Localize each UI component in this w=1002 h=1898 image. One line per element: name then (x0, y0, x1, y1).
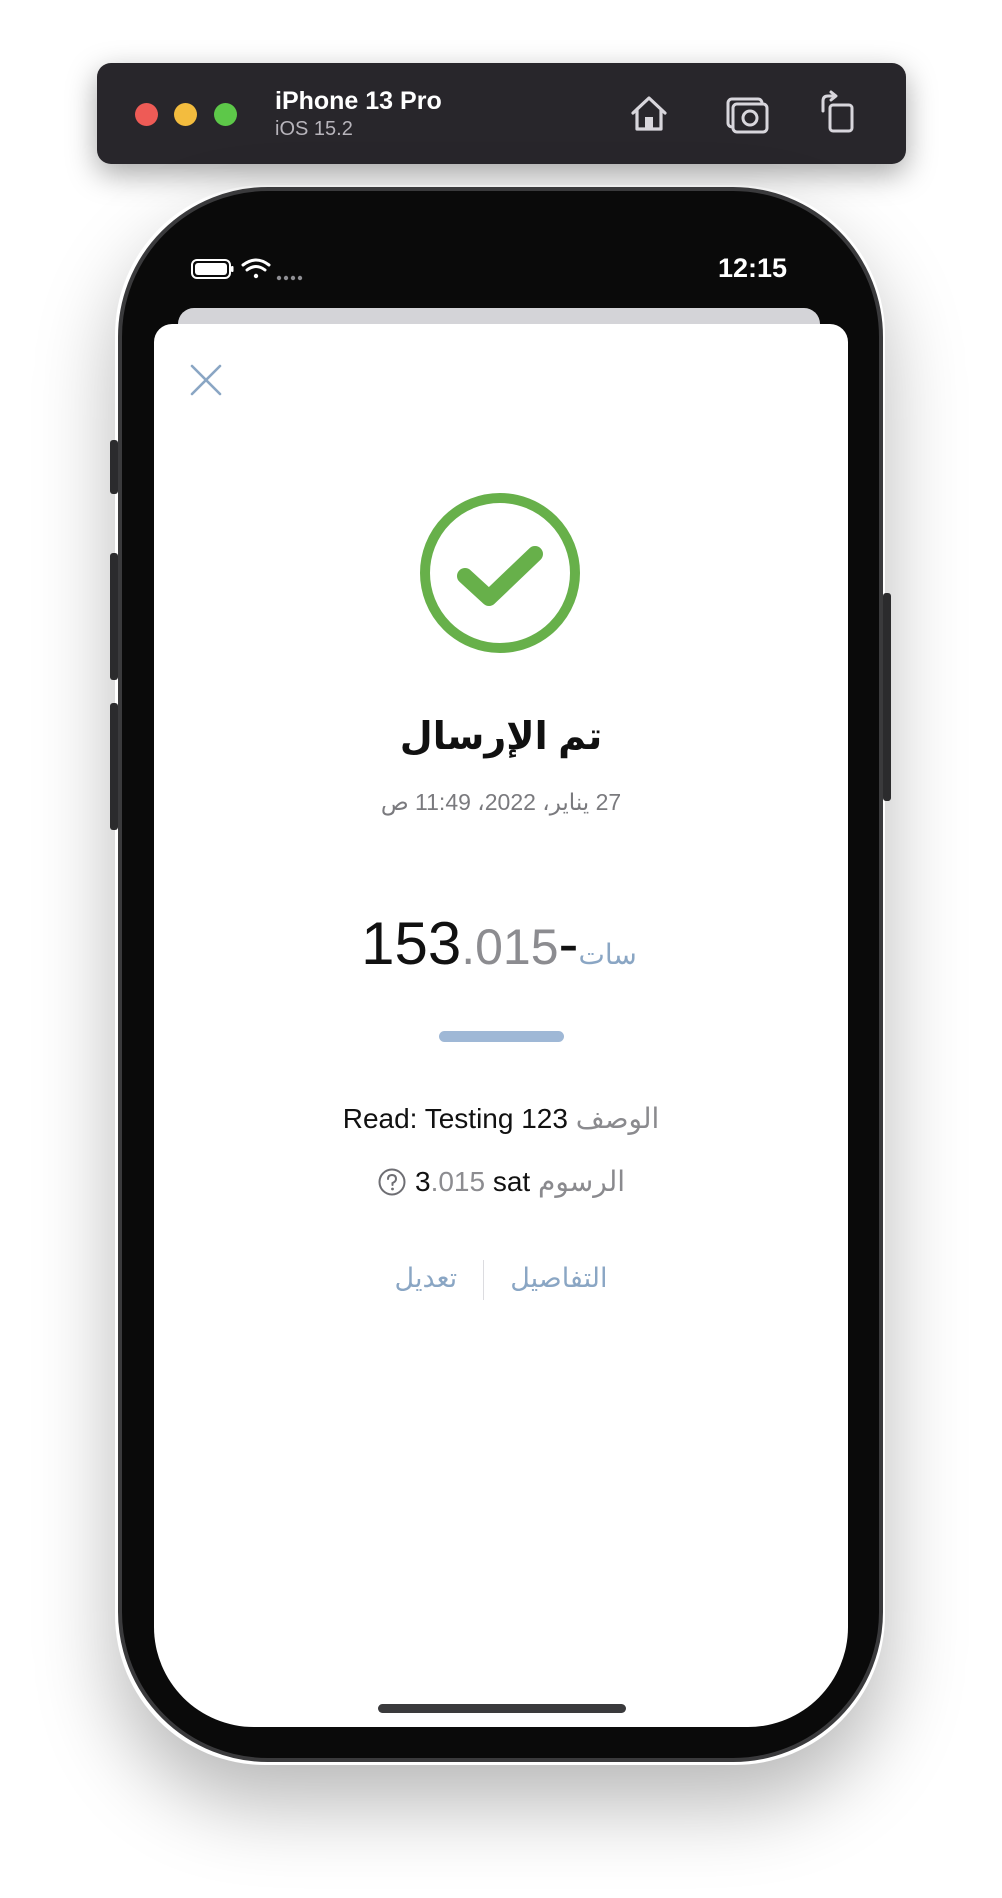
amount-unit: سات (578, 939, 637, 970)
power-button (883, 593, 891, 801)
mute-switch (110, 440, 118, 494)
home-indicator[interactable] (378, 1704, 626, 1713)
actions-row: تعديل التفاصيل (154, 1260, 848, 1300)
volume-down-button (110, 703, 118, 830)
amount-fraction: .015 (461, 919, 559, 975)
home-icon[interactable] (625, 89, 673, 137)
volume-up-button (110, 553, 118, 680)
amount: سات-153.015 (154, 909, 848, 978)
description-row: Read: Testing 123 الوصف (154, 1102, 848, 1135)
description-value: Read: Testing 123 (342, 1103, 568, 1134)
zoom-window-button[interactable] (214, 103, 237, 126)
page-title: تم الإرسال (399, 716, 603, 758)
amount-divider (439, 1031, 564, 1042)
device-name: iPhone 13 Pro (275, 87, 442, 115)
transaction-datetime: 27 يناير، 2022، 11:49 ص (380, 789, 622, 815)
fee-value-main: 3 (414, 1166, 431, 1197)
details-button[interactable]: التفاصيل (498, 1263, 619, 1294)
close-icon[interactable] (188, 362, 224, 398)
fee-row: 3.015 sat الرسوم (154, 1165, 848, 1198)
signal-dots-icon (276, 275, 303, 281)
status-indicators (191, 258, 303, 281)
minimize-window-button[interactable] (174, 103, 197, 126)
close-window-button[interactable] (135, 103, 158, 126)
transaction-sheet: تم الإرسال 27 يناير، 2022، 11:49 ص سات-1… (154, 324, 848, 1727)
battery-icon (191, 259, 234, 279)
fee-label: الرسوم (537, 1166, 626, 1197)
checkmark-circle-icon (420, 493, 580, 653)
status-bar: 12:15 (122, 191, 879, 301)
wifi-icon (241, 258, 271, 279)
camera-icon[interactable] (723, 89, 771, 137)
description-label: الوصف (575, 1103, 660, 1134)
os-version: iOS 15.2 (275, 118, 353, 140)
status-time: 12:15 (717, 253, 787, 283)
edit-button[interactable]: تعديل (383, 1263, 470, 1294)
actions-divider (483, 1260, 485, 1300)
rotate-icon[interactable] (813, 89, 861, 137)
fee-unit: sat (492, 1166, 531, 1197)
question-circle-icon[interactable] (377, 1167, 407, 1197)
fee-value-fraction: .015 (430, 1166, 486, 1197)
simulator-titlebar: iPhone 13 Pro iOS 15.2 (97, 63, 906, 164)
